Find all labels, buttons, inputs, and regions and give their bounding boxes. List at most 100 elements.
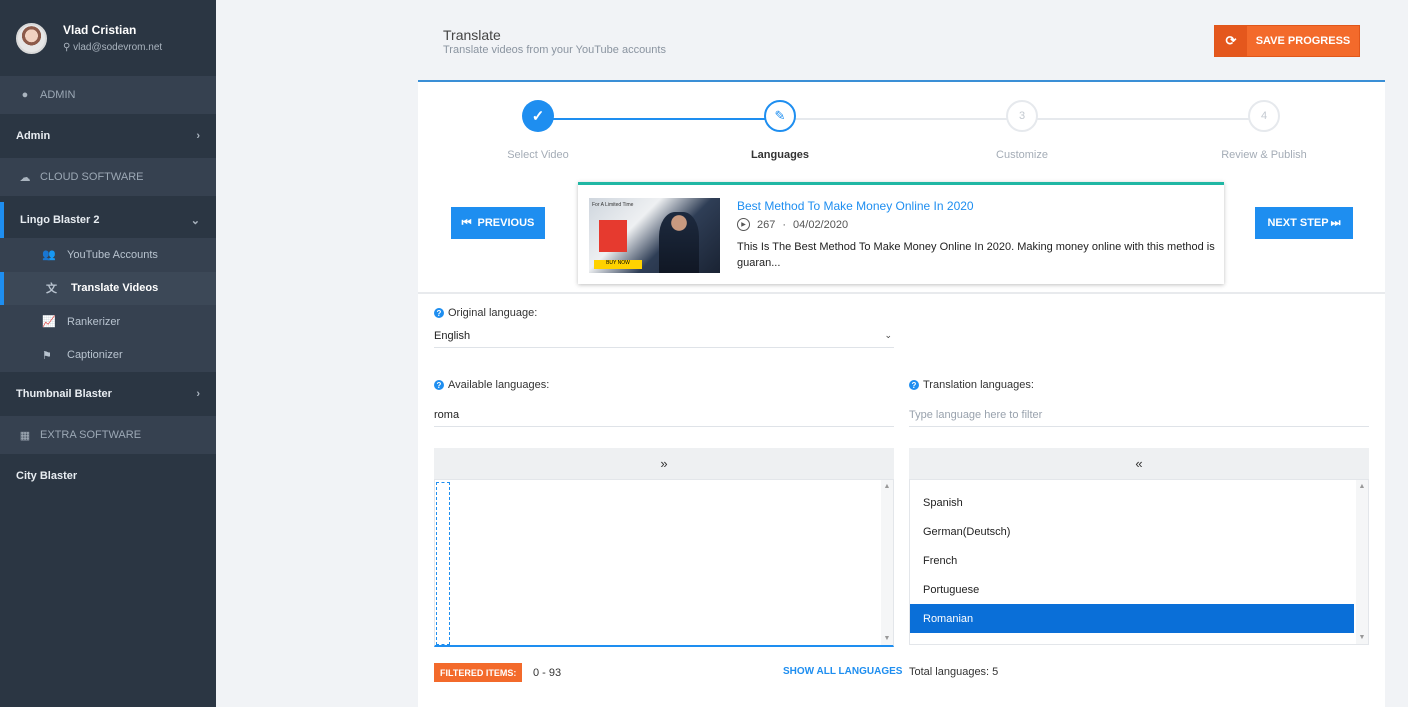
scroll-down-icon[interactable]: ▼ xyxy=(1356,634,1368,641)
wizard-card: ✓ Select Video ✎ Languages 3 Customize 4… xyxy=(418,80,1385,707)
play-icon: ▶ xyxy=(737,218,750,231)
translation-languages-filter-input[interactable]: Type language here to filter xyxy=(909,403,1369,427)
sidebar-item-rankerizer[interactable]: 📈 Rankerizer xyxy=(0,305,216,339)
stepper: ✓ Select Video ✎ Languages 3 Customize 4… xyxy=(418,82,1385,182)
show-all-languages-link[interactable]: SHOW ALL LANGUAGES xyxy=(783,666,902,677)
available-languages-list[interactable]: ▲ ▼ xyxy=(434,479,894,647)
previous-button[interactable]: ⏮ PREVIOUS xyxy=(451,207,545,239)
cloud-icon: ☁ xyxy=(19,171,31,184)
sidebar-item-youtube-accounts[interactable]: 👥 YouTube Accounts xyxy=(0,238,216,272)
available-languages-filter-input[interactable]: roma xyxy=(434,403,894,427)
help-icon: ? xyxy=(909,380,919,390)
help-icon: ? xyxy=(434,380,444,390)
save-progress-label: SAVE PROGRESS xyxy=(1255,35,1351,47)
sidebar-item-city-label: City Blaster xyxy=(16,470,78,482)
total-languages: Total languages: 5 xyxy=(909,666,999,678)
section-cloud-label: CLOUD SOFTWARE xyxy=(40,171,144,183)
meta-separator: · xyxy=(782,218,787,231)
step-select-video[interactable]: ✓ Select Video xyxy=(478,100,598,161)
step-label: Review & Publish xyxy=(1221,149,1307,161)
previous-label: PREVIOUS xyxy=(477,217,535,229)
step-number: 3 xyxy=(1006,100,1038,132)
list-item[interactable]: Portuguese xyxy=(910,575,1354,604)
translation-languages-label: ? Translation languages: xyxy=(909,379,1034,391)
translation-filter-placeholder: Type language here to filter xyxy=(909,408,1043,421)
filtered-range: 0 - 93 xyxy=(533,667,562,679)
filtered-items-badge: FILTERED ITEMS: xyxy=(434,663,523,682)
chevron-right-icon: › xyxy=(196,130,200,142)
page-title: Translate xyxy=(443,27,501,43)
page-subtitle: Translate videos from your YouTube accou… xyxy=(443,44,666,56)
chart-line-icon: 📈 xyxy=(42,316,56,329)
lingo-submenu: 👥 YouTube Accounts 文 Translate Videos 📈 … xyxy=(0,238,216,372)
list-item[interactable]: Spanish xyxy=(910,488,1354,517)
thumbnail-buy-badge: BUY NOW xyxy=(594,260,642,269)
step-label: Languages xyxy=(750,149,810,161)
section-extra-label: EXTRA SOFTWARE xyxy=(40,429,142,441)
available-filter-value: roma xyxy=(434,408,460,421)
help-icon: ? xyxy=(434,308,444,318)
main-content: Translate Translate videos from your You… xyxy=(216,0,1408,707)
original-language-value: English xyxy=(434,329,471,342)
section-admin: ● ADMIN xyxy=(0,76,216,114)
sidebar-item-admin[interactable]: Admin › xyxy=(0,114,216,158)
chevron-right-icon: › xyxy=(196,388,200,400)
captionizer-label: Captionizer xyxy=(67,349,123,362)
grid-icon: ▦ xyxy=(19,429,31,442)
video-thumbnail[interactable]: For A Limited Time BUY NOW xyxy=(589,198,720,273)
scroll-up-icon[interactable]: ▲ xyxy=(881,483,893,490)
list-item-selected[interactable]: Romanian xyxy=(910,604,1354,633)
thumbnail-caption: For A Limited Time xyxy=(592,202,634,208)
scroll-up-icon[interactable]: ▲ xyxy=(1356,483,1368,490)
step-label: Customize xyxy=(996,149,1048,161)
step-review-publish[interactable]: 4 Review & Publish xyxy=(1204,100,1324,161)
section-admin-label: ADMIN xyxy=(40,89,76,101)
thumbnail-person xyxy=(659,212,699,273)
sidebar-item-captionizer[interactable]: ⚑ Captionizer xyxy=(0,339,216,373)
scrollbar[interactable]: ▲ ▼ xyxy=(881,480,893,645)
section-cloud-software: ☁ CLOUD SOFTWARE xyxy=(0,158,216,196)
list-focus-outline xyxy=(436,482,450,645)
sidebar-item-thumbnail-blaster[interactable]: Thumbnail Blaster › xyxy=(0,372,216,416)
user-email: vlad@sodevrom.net xyxy=(73,42,163,53)
translation-languages-list[interactable]: Spanish German(Deutsch) French Portugues… xyxy=(909,479,1369,645)
thumbnail-product-box xyxy=(599,220,627,252)
video-date: 04/02/2020 xyxy=(793,218,849,231)
video-card[interactable]: For A Limited Time BUY NOW Best Method T… xyxy=(578,182,1224,284)
add-languages-button[interactable]: » xyxy=(434,448,894,479)
user-profile[interactable]: Vlad Cristian ⚲ vlad@sodevrom.net xyxy=(0,0,216,76)
video-row: ⏮ PREVIOUS For A Limited Time BUY NOW Be… xyxy=(418,182,1385,294)
skip-forward-icon: ⏭ xyxy=(1330,216,1341,229)
pencil-icon: ✎ xyxy=(764,100,796,132)
next-step-button[interactable]: NEXT STEP ⏭ xyxy=(1255,207,1353,239)
video-meta: ▶ 267 · 04/02/2020 xyxy=(737,218,848,231)
section-extra-software: ▦ EXTRA SOFTWARE xyxy=(0,416,216,454)
video-views: 267 xyxy=(757,218,776,231)
available-languages-label: ? Available languages: xyxy=(434,379,549,391)
list-item[interactable]: German(Deutsch) xyxy=(910,517,1354,546)
user-name: Vlad Cristian xyxy=(63,23,137,37)
refresh-icon: ⟳ xyxy=(1215,26,1247,56)
step-customize[interactable]: 3 Customize xyxy=(962,100,1082,161)
sidebar-item-thumbnail-label: Thumbnail Blaster xyxy=(16,388,112,400)
original-language-label: ? Original language: xyxy=(434,307,537,319)
step-languages[interactable]: ✎ Languages xyxy=(720,100,840,161)
list-item[interactable]: French xyxy=(910,546,1354,575)
sidebar-item-translate-videos[interactable]: 文 Translate Videos xyxy=(0,271,216,305)
video-title-link[interactable]: Best Method To Make Money Online In 2020 xyxy=(737,199,974,213)
double-chevron-left-icon: « xyxy=(1135,456,1143,471)
scrollbar[interactable]: ▲ ▼ xyxy=(1356,480,1368,644)
users-icon: 👥 xyxy=(42,249,56,262)
original-language-select[interactable]: English ⌄ xyxy=(434,324,894,348)
sidebar-item-lingo-blaster[interactable]: Lingo Blaster 2 ⌄ xyxy=(0,202,216,238)
youtube-accounts-label: YouTube Accounts xyxy=(67,248,158,261)
save-progress-button[interactable]: ⟳ SAVE PROGRESS xyxy=(1214,25,1360,57)
sidebar-item-lingo-label: Lingo Blaster 2 xyxy=(20,214,100,226)
double-chevron-right-icon: » xyxy=(660,456,668,471)
scroll-down-icon[interactable]: ▼ xyxy=(881,635,893,642)
sidebar-item-admin-label: Admin xyxy=(16,130,51,142)
sidebar-item-city-blaster[interactable]: City Blaster xyxy=(0,454,216,498)
remove-languages-button[interactable]: « xyxy=(909,448,1369,479)
translate-videos-label: Translate Videos xyxy=(71,282,159,295)
sidebar: Vlad Cristian ⚲ vlad@sodevrom.net ● ADMI… xyxy=(0,0,216,707)
